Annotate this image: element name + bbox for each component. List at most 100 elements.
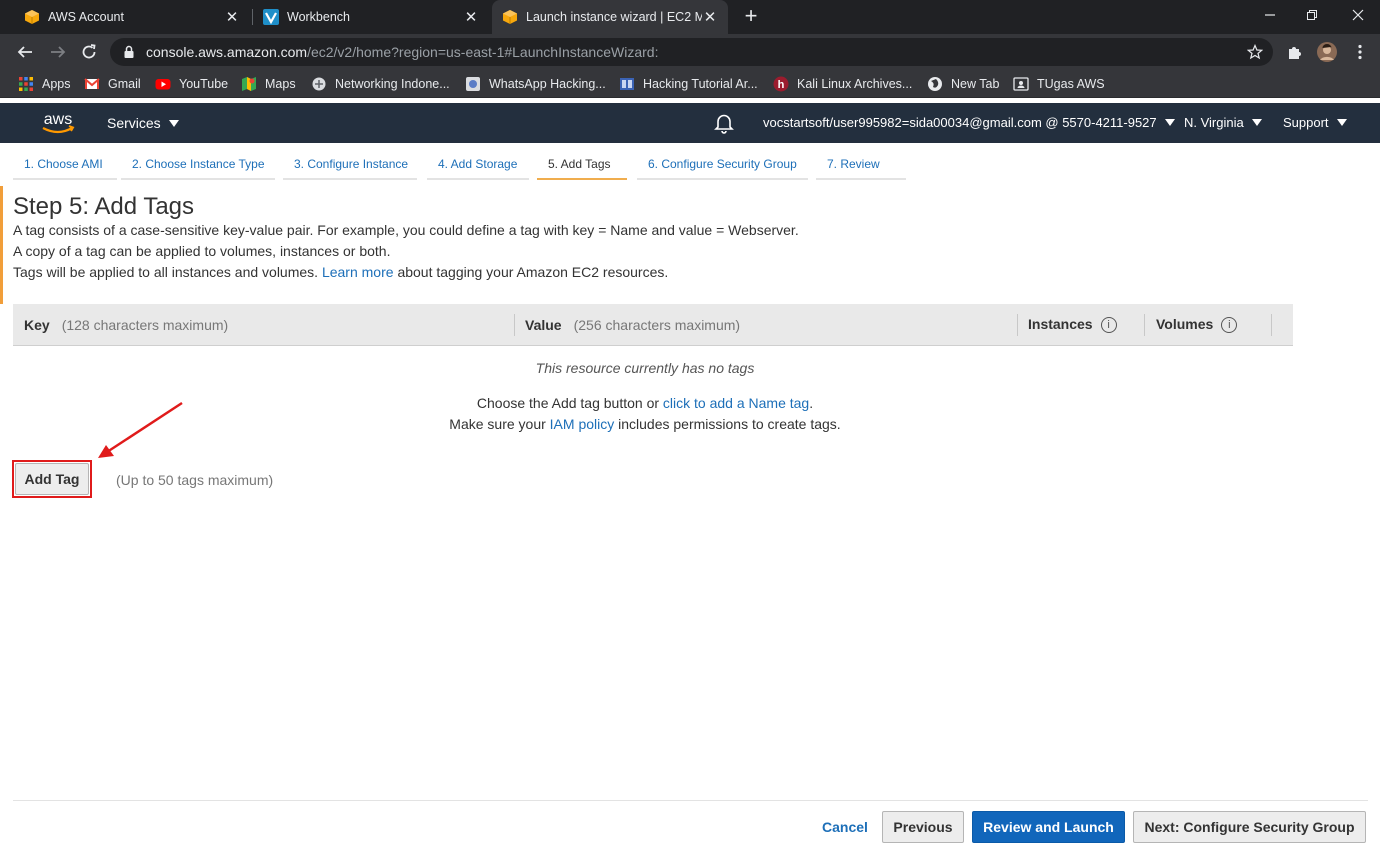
- reload-icon[interactable]: [77, 40, 101, 64]
- url-host: console.aws.amazon.com: [146, 44, 308, 60]
- close-icon[interactable]: ✕: [224, 8, 240, 26]
- caret-down-icon: [1251, 119, 1262, 126]
- bookmark-label: YouTube: [179, 77, 229, 91]
- info-icon[interactable]: i: [1100, 317, 1117, 334]
- wizard-step-choose-ami[interactable]: 1. Choose AMI: [13, 150, 117, 180]
- wizard-step-instance-type[interactable]: 2. Choose Instance Type: [121, 150, 275, 180]
- support-menu[interactable]: Support: [1283, 115, 1347, 130]
- site-icon: [620, 78, 634, 90]
- aws-box-icon: [503, 10, 517, 24]
- next-configure-security-group-button[interactable]: Next: Configure Security Group: [1133, 811, 1366, 843]
- minimize-icon[interactable]: [1255, 5, 1285, 25]
- value-label: Value: [525, 317, 562, 333]
- browser-tab-strip: AWS Account ✕ Workbench ✕ Launch instanc…: [0, 0, 1380, 34]
- support-label: Support: [1283, 115, 1329, 130]
- bookmark-star-icon[interactable]: [1247, 44, 1263, 60]
- column-header-value: Value (256 characters maximum): [525, 317, 740, 333]
- bookmark-gmail[interactable]: Gmail: [84, 75, 141, 93]
- aws-logo[interactable]: aws: [38, 108, 78, 138]
- extensions-puzzle-icon[interactable]: [1285, 42, 1305, 62]
- vocareum-icon: [263, 9, 279, 25]
- column-header-instances: Instances i: [1028, 316, 1117, 334]
- aws-box-icon: [25, 10, 39, 24]
- browser-tab-aws-account[interactable]: AWS Account ✕: [14, 0, 250, 34]
- key-label: Key: [24, 317, 50, 333]
- description-text: Tags will be applied to all instances an…: [13, 264, 319, 280]
- gmail-icon: [84, 78, 100, 89]
- bookmark-whatsapp-hacking[interactable]: WhatsApp Hacking...: [465, 75, 606, 93]
- caret-down-icon: [168, 119, 179, 127]
- bookmark-new-tab[interactable]: New Tab: [927, 75, 999, 93]
- bookmark-hacking-tutorial[interactable]: Hacking Tutorial Ar...: [619, 75, 758, 93]
- wizard-step-add-tags[interactable]: 5. Add Tags: [537, 150, 627, 180]
- bell-icon[interactable]: [714, 112, 734, 134]
- browser-tab-launch-wizard[interactable]: Launch instance wizard | EC2 Ma ✕: [492, 0, 728, 34]
- learn-more-link[interactable]: Learn more: [322, 264, 394, 280]
- aws-logo-text: aws: [44, 111, 72, 128]
- description-line-3: Tags will be applied to all instances an…: [13, 264, 668, 280]
- red-annotation-arrow: [98, 401, 183, 458]
- aws-console-header: aws Services vocstartsoft/user995982=sid…: [0, 103, 1380, 143]
- bookmark-label: Networking Indone...: [335, 77, 450, 91]
- restore-icon[interactable]: [1297, 5, 1327, 25]
- back-arrow-icon[interactable]: [13, 40, 37, 64]
- bookmark-kali-linux[interactable]: h Kali Linux Archives...: [773, 75, 912, 93]
- instances-label: Instances: [1028, 316, 1093, 332]
- profile-avatar[interactable]: [1317, 42, 1337, 62]
- iam-text: includes permissions to create tags.: [618, 416, 841, 432]
- column-header-volumes: Volumes i: [1156, 316, 1238, 334]
- description-text: about tagging your Amazon EC2 resources.: [397, 264, 669, 280]
- bookmark-label: Kali Linux Archives...: [797, 77, 913, 91]
- feedback-side-bar: [0, 186, 3, 304]
- close-icon[interactable]: ✕: [702, 8, 718, 26]
- browser-toolbar: console.aws.amazon.com/ec2/v2/home?regio…: [0, 34, 1380, 70]
- tab-title: AWS Account: [48, 10, 124, 24]
- forward-arrow-icon[interactable]: [46, 40, 70, 64]
- globe-icon: [928, 77, 942, 91]
- help-text: Choose the Add tag button or: [476, 395, 660, 411]
- account-label: vocstartsoft/user995982=sida00034@gmail.…: [763, 115, 1157, 130]
- url-path: /ec2/v2/home?region=us-east-1#LaunchInst…: [307, 44, 659, 60]
- description-line-1: A tag consists of a case-sensitive key-v…: [13, 222, 799, 238]
- wizard-step-configure-instance[interactable]: 3. Configure Instance: [283, 150, 417, 180]
- svg-text:h: h: [778, 79, 785, 91]
- review-and-launch-button[interactable]: Review and Launch: [972, 811, 1125, 843]
- network-icon: [312, 77, 326, 91]
- iam-policy-line: Make sure your IAM policy includes permi…: [0, 416, 1290, 432]
- lock-icon: [124, 45, 134, 58]
- add-tag-button[interactable]: Add Tag: [15, 463, 89, 495]
- info-icon[interactable]: i: [1221, 317, 1238, 334]
- add-name-tag-link[interactable]: click to add a Name tag: [663, 395, 809, 411]
- bookmark-apps[interactable]: Apps: [18, 75, 71, 93]
- bookmark-tugas-aws[interactable]: TUgas AWS: [1013, 75, 1105, 93]
- wizard-step-review[interactable]: 7. Review: [816, 150, 906, 180]
- cancel-button[interactable]: Cancel: [812, 811, 878, 843]
- services-label: Services: [107, 115, 161, 131]
- caret-down-icon: [1164, 119, 1175, 126]
- wizard-step-security-group[interactable]: 6. Configure Security Group: [637, 150, 808, 180]
- address-bar[interactable]: console.aws.amazon.com/ec2/v2/home?regio…: [110, 38, 1273, 66]
- bookmark-label: Apps: [42, 77, 71, 91]
- add-tag-help-line: Choose the Add tag button or click to ad…: [0, 395, 1290, 411]
- bookmark-youtube[interactable]: YouTube: [155, 75, 228, 93]
- bookmark-maps[interactable]: Maps: [241, 75, 296, 93]
- bookmark-label: Gmail: [108, 77, 141, 91]
- iam-policy-link[interactable]: IAM policy: [550, 416, 615, 432]
- column-divider: [1017, 314, 1018, 336]
- previous-button[interactable]: Previous: [882, 811, 964, 843]
- page-title: Step 5: Add Tags: [13, 193, 195, 220]
- bookmark-networking[interactable]: Networking Indone...: [311, 75, 450, 93]
- column-divider: [1144, 314, 1145, 336]
- empty-tags-message: This resource currently has no tags: [535, 360, 755, 376]
- new-tab-plus-icon[interactable]: +: [740, 5, 762, 29]
- close-window-icon[interactable]: [1343, 5, 1373, 25]
- wizard-step-add-storage[interactable]: 4. Add Storage: [427, 150, 529, 180]
- browser-menu-icon[interactable]: [1350, 42, 1370, 62]
- services-menu[interactable]: Services: [107, 115, 179, 131]
- close-icon[interactable]: ✕: [463, 8, 479, 26]
- region-menu[interactable]: N. Virginia: [1184, 115, 1262, 130]
- tab-title: Workbench: [287, 10, 350, 24]
- browser-tab-workbench[interactable]: Workbench ✕: [253, 0, 489, 34]
- apps-grid-icon: [19, 77, 33, 91]
- account-menu[interactable]: vocstartsoft/user995982=sida00034@gmail.…: [763, 115, 1175, 130]
